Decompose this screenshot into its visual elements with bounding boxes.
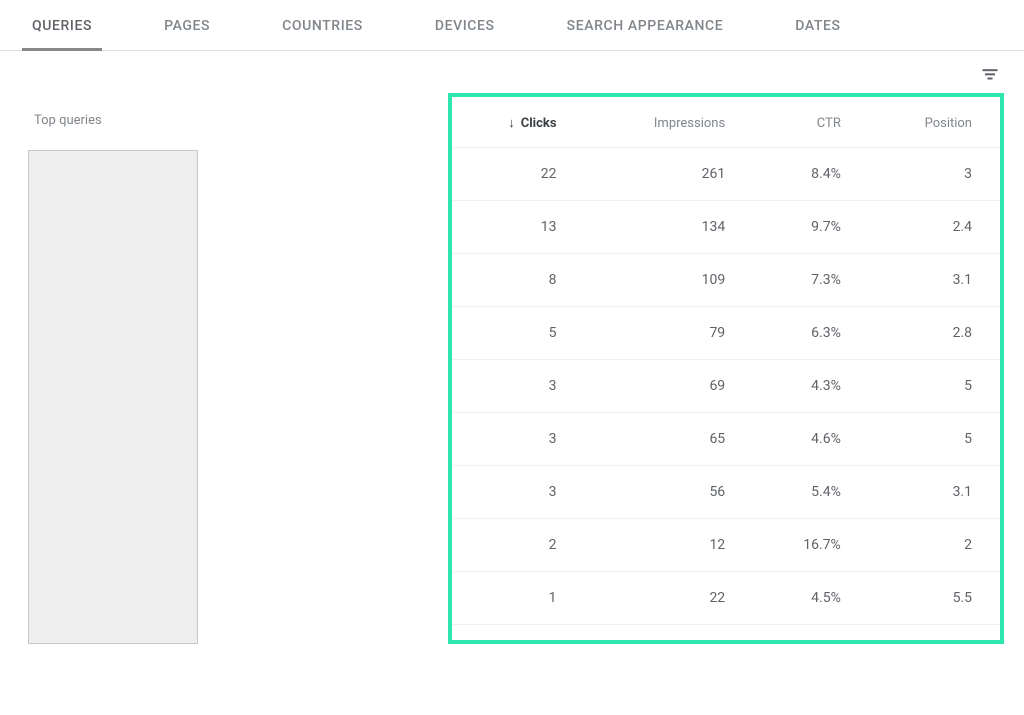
table-row[interactable]: 3 69 4.3% 5 [452, 360, 1000, 413]
tab-devices[interactable]: DEVICES [431, 0, 499, 50]
table-row[interactable]: 3 56 5.4% 3.1 [452, 466, 1000, 519]
cell-ctr: 4.5% [753, 572, 869, 625]
cell-impressions: 134 [585, 201, 754, 254]
tabs-bar: QUERIES PAGES COUNTRIES DEVICES SEARCH A… [0, 0, 1024, 51]
col-clicks-label: Clicks [521, 116, 557, 131]
cell-ctr: 8.4% [753, 148, 869, 201]
tab-countries[interactable]: COUNTRIES [278, 0, 367, 50]
table-row[interactable]: 1 22 4.5% 5.5 [452, 572, 1000, 625]
cell-ctr: 6.3% [753, 307, 869, 360]
cell-clicks: 2 [452, 519, 585, 572]
tab-search-appearance[interactable]: SEARCH APPEARANCE [563, 0, 728, 50]
cell-impressions: 109 [585, 254, 754, 307]
cell-clicks: 13 [452, 201, 585, 254]
cell-impressions: 261 [585, 148, 754, 201]
col-impressions[interactable]: Impressions [585, 97, 754, 148]
filter-icon[interactable] [978, 63, 1002, 87]
cell-impressions: 56 [585, 466, 754, 519]
cell-position: 5 [869, 360, 1000, 413]
table-header-row: ↓ Clicks Impressions CTR Position [452, 97, 1000, 148]
table-row[interactable]: 22 261 8.4% 3 [452, 148, 1000, 201]
cell-position: 3 [869, 148, 1000, 201]
cell-position: 2.4 [869, 201, 1000, 254]
cell-impressions: 22 [585, 572, 754, 625]
table-row[interactable]: 2 12 16.7% 2 [452, 519, 1000, 572]
cell-ctr: 7.3% [753, 254, 869, 307]
table-row[interactable]: 3 65 4.6% 5 [452, 413, 1000, 466]
cell-clicks: 3 [452, 466, 585, 519]
cell-impressions: 69 [585, 360, 754, 413]
col-position[interactable]: Position [869, 97, 1000, 148]
cell-clicks: 3 [452, 360, 585, 413]
cell-position: 2.8 [869, 307, 1000, 360]
cell-ctr: 4.6% [753, 413, 869, 466]
cell-impressions: 12 [585, 519, 754, 572]
cell-clicks: 8 [452, 254, 585, 307]
cell-clicks: 5 [452, 307, 585, 360]
cell-position: 2 [869, 519, 1000, 572]
toolbar [0, 51, 1024, 93]
col-ctr[interactable]: CTR [753, 97, 869, 148]
metrics-table: ↓ Clicks Impressions CTR Position 22 261 … [452, 97, 1000, 625]
tab-dates[interactable]: DATES [791, 0, 844, 50]
col-clicks[interactable]: ↓ Clicks [452, 97, 585, 148]
top-queries-redacted [28, 150, 198, 644]
table-row[interactable]: 8 109 7.3% 3.1 [452, 254, 1000, 307]
cell-position: 5.5 [869, 572, 1000, 625]
cell-impressions: 65 [585, 413, 754, 466]
cell-ctr: 16.7% [753, 519, 869, 572]
tab-pages[interactable]: PAGES [160, 0, 214, 50]
cell-position: 3.1 [869, 254, 1000, 307]
cell-ctr: 9.7% [753, 201, 869, 254]
cell-impressions: 79 [585, 307, 754, 360]
sort-desc-icon: ↓ [508, 116, 515, 131]
cell-position: 5 [869, 413, 1000, 466]
cell-ctr: 5.4% [753, 466, 869, 519]
cell-clicks: 22 [452, 148, 585, 201]
cell-ctr: 4.3% [753, 360, 869, 413]
table-row[interactable]: 5 79 6.3% 2.8 [452, 307, 1000, 360]
table-row[interactable]: 13 134 9.7% 2.4 [452, 201, 1000, 254]
metrics-highlight-box: ↓ Clicks Impressions CTR Position 22 261 … [448, 93, 1004, 644]
cell-position: 3.1 [869, 466, 1000, 519]
top-queries-header[interactable]: Top queries [28, 93, 448, 146]
cell-clicks: 1 [452, 572, 585, 625]
tab-queries[interactable]: QUERIES [28, 0, 96, 50]
cell-clicks: 3 [452, 413, 585, 466]
